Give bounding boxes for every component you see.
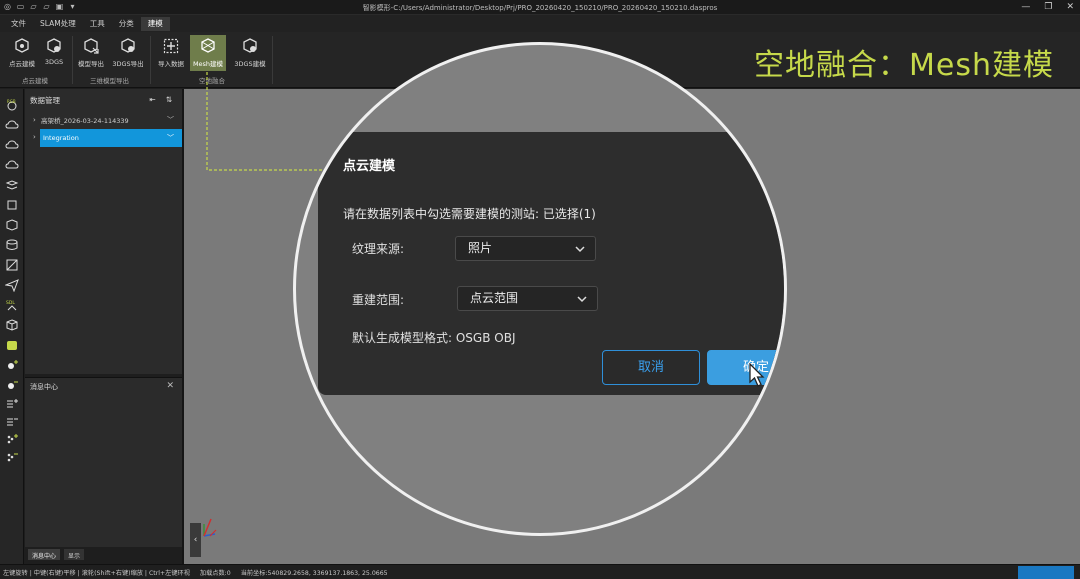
magnifier-lens: 点云建模 ✕ 请在数据列表中勾选需要建模的测站: 已选择(1) 纹理来源: 照片…: [293, 42, 787, 536]
mesh-modeling-button[interactable]: Mesh建模: [190, 35, 226, 71]
scatter-add-icon[interactable]: [5, 432, 19, 446]
remove-point-icon[interactable]: [5, 378, 19, 392]
message-panel-title: 消息中心: [30, 383, 58, 391]
ok-button[interactable]: 确定: [707, 350, 784, 385]
add-point-icon[interactable]: [5, 358, 19, 372]
3dgs-export-button[interactable]: 3DGS导出: [110, 35, 146, 71]
reconstruction-range-label: 重建范围:: [352, 293, 405, 307]
send-icon[interactable]: [5, 278, 19, 292]
reconstruction-range-select[interactable]: 点云范围: [457, 286, 598, 311]
expand-arrow-icon[interactable]: ›: [33, 133, 36, 141]
cloud-filter-icon[interactable]: [5, 158, 19, 172]
close-icon[interactable]: ✕: [1066, 1, 1074, 13]
menu-tools[interactable]: 工具: [83, 17, 112, 31]
filter-icon[interactable]: ⇅: [166, 95, 172, 104]
title-bar: ◎ ▭ ▱ ▱ ▣ ▾ 智影模形-C:/Users/Administrator/…: [0, 0, 1080, 15]
tab-message-center[interactable]: 消息中心: [28, 549, 61, 560]
list-add-icon[interactable]: [5, 396, 19, 410]
chevron-down-icon: [575, 246, 585, 253]
default-format-text: 默认生成模型格式: OSGB OBJ: [352, 331, 516, 345]
tree-item-label: Integration: [43, 134, 79, 142]
cloud-icon[interactable]: [5, 118, 19, 132]
sdl-icon[interactable]: SDL: [5, 298, 19, 312]
bottom-tabs: 消息中心 显示: [25, 549, 85, 562]
stack-icon[interactable]: [5, 198, 19, 212]
tab-display[interactable]: 显示: [64, 549, 85, 560]
3dgs-modeling-icon: [243, 38, 257, 53]
texture-source-label: 纹理来源:: [352, 242, 405, 256]
cloud-color-icon[interactable]: [5, 138, 19, 152]
menu-bar: 文件 SLAM处理 工具 分类 建模: [0, 15, 1080, 32]
cube-network-icon: [15, 38, 29, 53]
list-remove-icon[interactable]: [5, 414, 19, 428]
data-panel-title: 数据管理: [30, 95, 60, 105]
group-label-pointcloud: 点云建模: [22, 77, 48, 85]
menu-classify[interactable]: 分类: [112, 17, 141, 31]
collapse-all-icon[interactable]: ⇤: [149, 95, 155, 104]
pointcloud-modeling-dialog: 点云建模 ✕ 请在数据列表中勾选需要建模的测站: 已选择(1) 纹理来源: 照片…: [318, 132, 784, 395]
status-coords: 当前坐标:540829.2658, 3369137.1863, 25.0665: [240, 569, 388, 577]
chevron-down-icon[interactable]: ﹀: [167, 133, 174, 143]
mesh-cube-icon: [201, 38, 215, 53]
svg-text:RGB: RGB: [7, 99, 16, 104]
texture-source-select[interactable]: 照片: [455, 236, 596, 261]
minimize-icon[interactable]: —: [1021, 1, 1030, 13]
cancel-button[interactable]: 取消: [602, 350, 700, 385]
pointcloud-modeling-button[interactable]: 点云建模: [4, 35, 40, 71]
menu-slam[interactable]: SLAM处理: [33, 17, 83, 31]
import-icon: [163, 38, 179, 54]
collapse-panel-button[interactable]: ‹: [190, 523, 201, 557]
group-label-fusion: 空地融合: [199, 77, 225, 85]
scatter-remove-icon[interactable]: [5, 450, 19, 464]
message-center-panel: 消息中心 ✕: [25, 377, 182, 547]
svg-text:SDL: SDL: [6, 300, 15, 306]
tree-item-label: 高架桥_2026-03-24-114339: [41, 117, 129, 125]
status-bar: 左键旋转 | 中键(右键)平移 | 滚轮(Shift+右键)缩放 | Ctrl+…: [0, 564, 1080, 579]
layers-icon[interactable]: [5, 178, 19, 192]
cube-icon[interactable]: [5, 318, 19, 332]
3dgs-button[interactable]: 3DGS: [36, 35, 72, 71]
menu-modeling[interactable]: 建模: [140, 16, 170, 31]
3dgs-export-icon: [121, 38, 135, 53]
cylinder-icon[interactable]: [5, 238, 19, 252]
axis-gizmo-icon: [203, 518, 217, 537]
close-icon[interactable]: ✕: [765, 152, 776, 167]
left-tool-column: RGB SDL: [0, 89, 24, 564]
box-icon[interactable]: [5, 218, 19, 232]
status-points: 加载点数:0: [199, 569, 231, 577]
expand-arrow-icon[interactable]: ›: [33, 116, 41, 124]
model-export-button[interactable]: 模型导出: [73, 35, 109, 71]
data-panel-header: 数据管理 ⇤ ⇅: [25, 89, 182, 111]
chevron-down-icon: [577, 296, 587, 303]
highlight-icon[interactable]: [5, 338, 19, 352]
menu-file[interactable]: 文件: [4, 17, 33, 31]
close-icon[interactable]: ✕: [166, 381, 174, 391]
group-label-export: 三维模型导出: [90, 77, 129, 85]
chevron-down-icon[interactable]: ﹀: [167, 115, 174, 125]
restore-icon[interactable]: ❐: [1044, 1, 1052, 13]
overlay-caption: 空地融合：Mesh建模: [754, 48, 1054, 83]
dialog-prompt: 请在数据列表中勾选需要建模的测站: 已选择(1): [343, 207, 596, 221]
status-accent-block: [1018, 566, 1074, 579]
dialog-title: 点云建模: [343, 159, 396, 174]
3dgs-modeling-button[interactable]: 3DGS建模: [232, 35, 268, 71]
window-title: 智影模形-C:/Users/Administrator/Desktop/Prj/…: [362, 4, 718, 12]
import-data-button[interactable]: 导入数据: [153, 35, 189, 71]
status-hint: 左键旋转 | 中键(右键)平移 | 滚轮(Shift+右键)缩放 | Ctrl+…: [3, 569, 190, 577]
tree-item-viaduct[interactable]: › 高架桥_2026-03-24-114339 ﹀: [25, 111, 182, 129]
gaussian-icon: [47, 38, 61, 53]
diagonal-icon[interactable]: [5, 258, 19, 272]
model-export-icon: [84, 38, 99, 54]
mouse-cursor-icon: [749, 363, 765, 387]
tree-item-integration[interactable]: Integration ﹀: [40, 129, 182, 147]
rgb-cloud-icon[interactable]: RGB: [5, 98, 19, 112]
data-management-panel: 数据管理 ⇤ ⇅ › 高架桥_2026-03-24-114339 ﹀ › Int…: [25, 89, 182, 374]
